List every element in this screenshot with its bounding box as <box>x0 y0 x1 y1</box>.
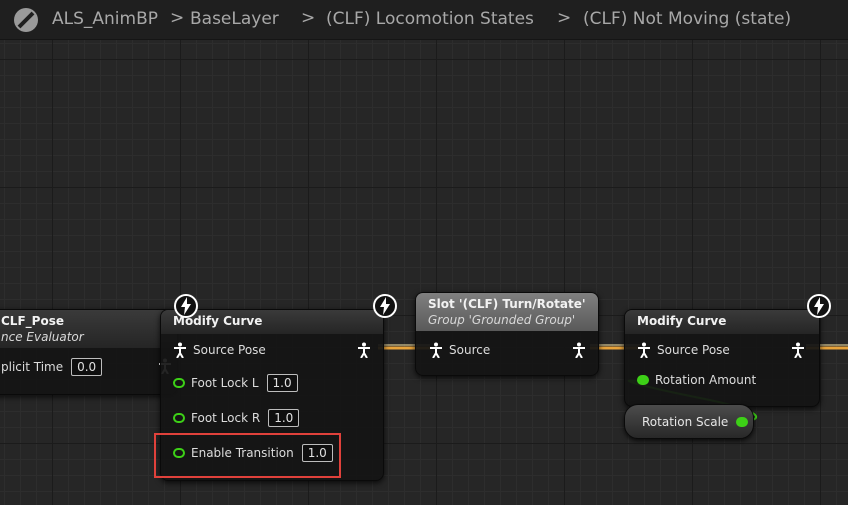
rotation-scale-variable-node[interactable]: Rotation Scale <box>624 404 754 439</box>
explicit-time-pin[interactable]: plicit Time 0.0 <box>1 358 103 376</box>
bool-pin-icon[interactable] <box>173 378 185 388</box>
bolt-icon <box>373 294 397 318</box>
foot-lock-r-value[interactable]: 1.0 <box>268 409 300 427</box>
breadcrumb: ALS_AnimBP > BaseLayer > (CLF) Locomotio… <box>0 0 848 40</box>
bool-pin-icon[interactable] <box>736 416 749 427</box>
blueprint-logo-icon <box>14 8 38 32</box>
pin-label: Source <box>449 343 491 357</box>
pin-label: Foot Lock L <box>191 376 259 390</box>
node-title: CLF_Pose <box>1 314 64 328</box>
chevron-right-icon: > <box>170 8 185 28</box>
pose-icon[interactable] <box>791 342 805 358</box>
pin-label: plicit Time <box>1 360 64 374</box>
slot-node[interactable]: Slot '(CLF) Turn/Rotate' Group 'Grounded… <box>415 292 599 376</box>
breadcrumb-item-locomotion-states[interactable]: (CLF) Locomotion States <box>326 9 534 29</box>
pose-icon[interactable] <box>357 342 371 358</box>
chevron-right-icon: > <box>557 8 572 28</box>
curve-evaluator-node[interactable]: CLF_Pose nce Evaluator plicit Time 0.0 <box>0 309 178 395</box>
breadcrumb-item-baselayer[interactable]: BaseLayer <box>190 9 279 29</box>
bool-pin-icon[interactable] <box>173 413 185 423</box>
pin-label: Source Pose <box>657 343 730 357</box>
highlight-box <box>154 433 341 478</box>
foot-lock-l-pin[interactable]: Foot Lock L 1.0 <box>173 374 298 392</box>
variable-label: Rotation Scale <box>642 414 729 429</box>
pose-icon[interactable] <box>572 342 586 358</box>
pin-label: Rotation Amount <box>655 373 757 387</box>
node-subtitle: nce Evaluator <box>1 330 84 344</box>
source-pin[interactable]: Source <box>429 342 490 358</box>
pin-label: Source Pose <box>193 343 266 357</box>
source-pose-pin[interactable]: Source Pose <box>173 342 266 358</box>
foot-lock-l-value[interactable]: 1.0 <box>266 374 298 392</box>
modify-curve-node[interactable]: Modify Curve Source Pose Rotation Amount <box>624 309 820 407</box>
node-title: Modify Curve <box>625 310 819 334</box>
pose-icon <box>174 342 186 358</box>
node-subtitle: Group 'Grounded Group' <box>428 313 576 327</box>
breadcrumb-item-not-moving-state[interactable]: (CLF) Not Moving (state) <box>583 9 791 29</box>
breadcrumb-item-animbp[interactable]: ALS_AnimBP <box>52 9 158 29</box>
chevron-right-icon: > <box>301 8 316 28</box>
bool-pin-icon[interactable] <box>637 375 649 385</box>
pose-icon <box>638 342 650 358</box>
foot-lock-r-pin[interactable]: Foot Lock R 1.0 <box>173 409 300 427</box>
source-pose-pin[interactable]: Source Pose <box>637 342 730 358</box>
node-title: Slot '(CLF) Turn/Rotate' <box>428 297 586 311</box>
pin-label: Foot Lock R <box>191 411 261 425</box>
explicit-time-value[interactable]: 0.0 <box>71 358 103 376</box>
bolt-icon <box>174 294 198 318</box>
bolt-icon <box>807 294 831 318</box>
rotation-amount-pin[interactable]: Rotation Amount <box>637 373 756 387</box>
pose-icon <box>430 342 442 358</box>
